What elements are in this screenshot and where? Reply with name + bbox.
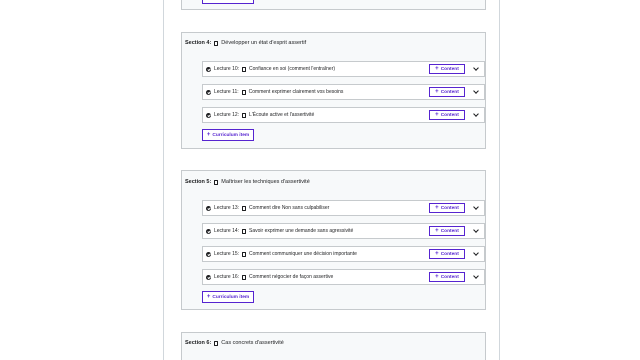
section-header: Section 5: Maîtriser les techniques d'as… xyxy=(185,179,310,185)
lecture-row[interactable]: Lecture 10: Confiance en soi (comment l'… xyxy=(202,61,485,77)
add-content-button[interactable]: + Content xyxy=(429,87,465,97)
check-circle-icon xyxy=(206,228,211,234)
check-circle-icon xyxy=(206,112,211,118)
check-circle-icon xyxy=(206,205,211,211)
document-icon xyxy=(241,89,246,95)
lecture-row[interactable]: Lecture 16: Comment négocier de façon as… xyxy=(202,269,485,285)
plus-icon: + xyxy=(435,89,439,95)
content-button-label: Content xyxy=(440,251,459,257)
add-content-button[interactable]: + Content xyxy=(429,226,465,236)
document-icon xyxy=(242,251,247,257)
check-circle-icon xyxy=(206,274,211,280)
content-button-label: Content xyxy=(440,89,459,95)
page-border-left xyxy=(163,0,164,360)
lecture-title: Comment négocier de façon assertive xyxy=(249,274,334,280)
add-content-button[interactable]: + Content xyxy=(429,64,465,74)
check-circle-icon xyxy=(206,66,211,72)
add-curriculum-item-button[interactable] xyxy=(202,0,254,4)
lecture-row[interactable]: Lecture 15: Comment communiquer une déci… xyxy=(202,246,485,262)
chevron-down-icon[interactable] xyxy=(473,111,479,117)
content-button-label: Content xyxy=(440,228,459,234)
add-content-button[interactable]: + Content xyxy=(429,249,465,259)
lecture-number: Lecture 15: xyxy=(214,251,240,257)
section-number: Section 5: xyxy=(185,179,212,185)
document-icon xyxy=(242,205,247,211)
section-header: Section 4: Développer un état d'esprit a… xyxy=(185,40,306,46)
document-icon xyxy=(242,228,247,234)
page-border-right xyxy=(499,0,500,360)
add-content-button[interactable]: + Content xyxy=(429,110,465,120)
document-icon xyxy=(242,112,247,118)
lecture-title: Savoir exprimer une demande sans agressi… xyxy=(249,228,354,234)
lecture-number: Lecture 12: xyxy=(214,112,240,118)
chevron-down-icon[interactable] xyxy=(473,88,479,94)
section-number: Section 6: xyxy=(185,340,212,346)
plus-icon: + xyxy=(435,274,439,280)
lecture-number: Lecture 14: xyxy=(214,228,240,234)
lecture-title: Comment exprimer clairement vos besoins xyxy=(248,89,344,95)
content-button-label: Content xyxy=(440,66,459,72)
plus-icon: + xyxy=(435,205,439,211)
curriculum-button-label: Curriculum item xyxy=(212,294,250,300)
content-button-label: Content xyxy=(440,112,459,118)
lecture-title: Comment dire Non sans culpabiliser xyxy=(249,205,330,211)
plus-icon: + xyxy=(435,66,439,72)
check-circle-icon xyxy=(206,89,211,95)
curriculum-button-label: Curriculum item xyxy=(212,132,250,138)
check-circle-icon xyxy=(206,251,211,257)
content-button-label: Content xyxy=(440,274,459,280)
lecture-number: Lecture 13: xyxy=(214,205,240,211)
document-icon xyxy=(242,66,247,72)
section-5: Section 5: Maîtriser les techniques d'as… xyxy=(181,170,486,310)
lecture-row[interactable]: Lecture 13: Comment dire Non sans culpab… xyxy=(202,200,485,216)
chevron-down-icon[interactable] xyxy=(473,204,479,210)
document-icon xyxy=(242,274,247,280)
lecture-row[interactable]: Lecture 14: Savoir exprimer une demande … xyxy=(202,223,485,239)
section-title: Maîtriser les techniques d'assertivité xyxy=(221,179,310,185)
add-content-button[interactable]: + Content xyxy=(429,203,465,213)
content-button-label: Content xyxy=(440,205,459,211)
chevron-down-icon[interactable] xyxy=(473,250,479,256)
section-4: Section 4: Développer un état d'esprit a… xyxy=(181,32,486,149)
document-icon xyxy=(214,179,219,185)
lecture-number: Lecture 11: xyxy=(214,89,239,95)
document-icon xyxy=(214,340,219,346)
add-curriculum-item-button[interactable]: + Curriculum item xyxy=(202,129,254,141)
section-header: Section 6: Cas concrets d'assertivité xyxy=(185,340,284,346)
plus-icon: + xyxy=(206,132,211,138)
lecture-title: Comment communiquer une décision importa… xyxy=(249,251,357,257)
plus-icon: + xyxy=(435,228,439,234)
plus-icon: + xyxy=(435,112,439,118)
chevron-down-icon[interactable] xyxy=(473,65,479,71)
section-title: Cas concrets d'assertivité xyxy=(221,340,284,346)
chevron-down-icon[interactable] xyxy=(473,273,479,279)
chevron-down-icon[interactable] xyxy=(473,227,479,233)
previous-section xyxy=(181,0,486,10)
document-icon xyxy=(214,40,219,46)
add-content-button[interactable]: + Content xyxy=(429,272,465,282)
lecture-row[interactable]: Lecture 11: Comment exprimer clairement … xyxy=(202,84,485,100)
section-6: Section 6: Cas concrets d'assertivité xyxy=(181,332,486,360)
lecture-number: Lecture 16: xyxy=(214,274,240,280)
section-number: Section 4: xyxy=(185,40,212,46)
add-curriculum-item-button[interactable]: + Curriculum item xyxy=(202,291,254,303)
lecture-title: L'Écoute active et l'assertivité xyxy=(249,112,315,118)
plus-icon: + xyxy=(435,251,439,257)
lecture-number: Lecture 10: xyxy=(214,66,240,72)
section-title: Développer un état d'esprit assertif xyxy=(221,40,307,46)
lecture-row[interactable]: Lecture 12: L'Écoute active et l'asserti… xyxy=(202,107,485,123)
lecture-title: Confiance en soi (comment l'entraîner) xyxy=(249,66,336,72)
plus-icon: + xyxy=(206,294,211,300)
